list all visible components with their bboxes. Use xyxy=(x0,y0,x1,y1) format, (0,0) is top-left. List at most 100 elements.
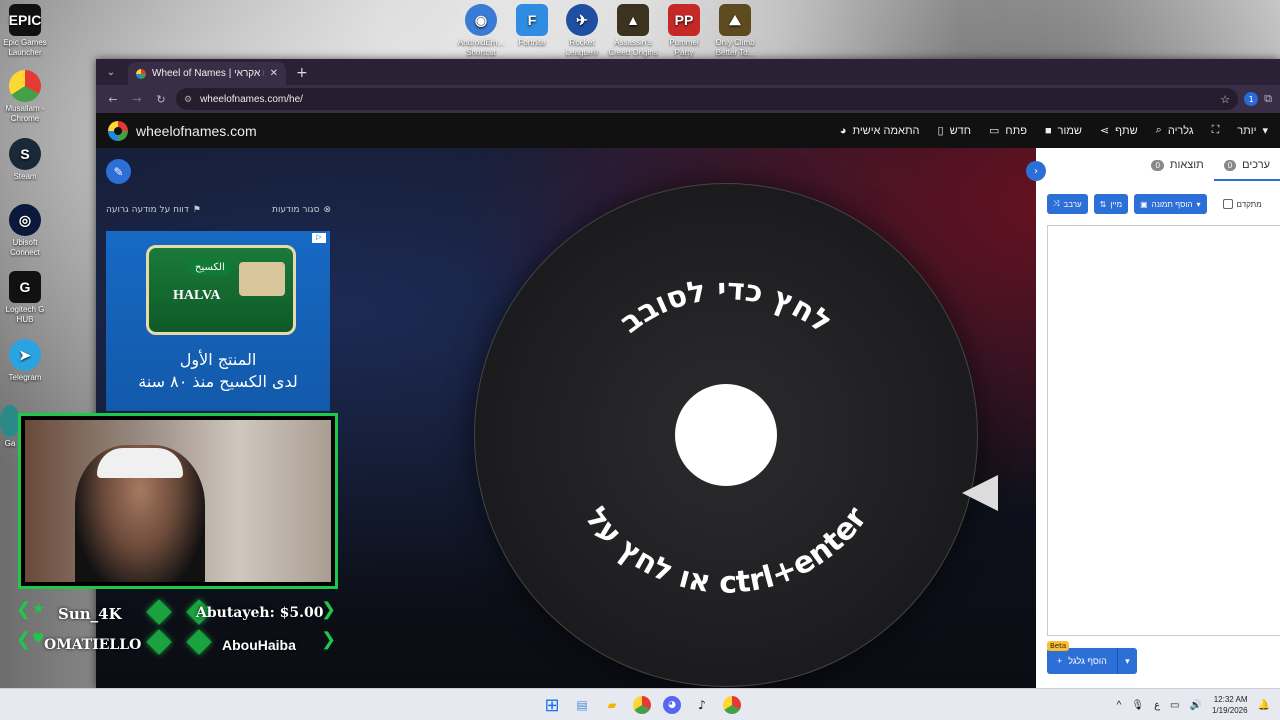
halva-product-image: الكسيح HALVA xyxy=(146,245,296,335)
entries-count-badge: 0 xyxy=(1223,159,1237,171)
only-climb-icon: ⛰ xyxy=(719,4,751,36)
notification-bell-icon[interactable]: 🔔 xyxy=(1258,700,1270,711)
wheel-favicon-icon xyxy=(136,68,146,79)
url-text: wheelofnames.com/he/ xyxy=(200,93,303,105)
logitech-desktop-icon[interactable]: G Logitech G HUB xyxy=(0,271,50,325)
chrome-icon[interactable] xyxy=(633,696,651,714)
discord-icon[interactable]: ◕ xyxy=(663,696,681,714)
add-wheel-button[interactable]: + הוסף גלגל xyxy=(1047,648,1117,674)
sort-button[interactable]: ⇅ מיין xyxy=(1093,194,1129,214)
android-emulator-desktop-icon[interactable]: ◉ AndroidEm... Shortcut xyxy=(456,4,506,58)
advertisement[interactable]: ▷ الكسيح HALVA المنتج الأول لدى الكسيح م… xyxy=(106,231,330,411)
browser-tab-active[interactable]: Wheel of Names | גלגל שם אקראי ✕ xyxy=(128,62,286,85)
arrow-left-icon: ❮ xyxy=(16,599,32,620)
results-count-badge: 0 xyxy=(1151,159,1164,171)
top-follower-label: OMATIELLO xyxy=(44,637,142,653)
sort-icon: ⇅ xyxy=(1099,199,1107,209)
add-wheel-dropdown[interactable]: ▾ xyxy=(1116,648,1137,674)
fortnite-icon: F xyxy=(516,4,548,36)
pummel-party-icon: PP xyxy=(668,4,700,36)
tiktok-icon[interactable]: ♪ xyxy=(690,693,714,717)
chevron-down-icon: ▾ xyxy=(1262,125,1268,137)
menu-save[interactable]: ■ שמור xyxy=(1045,125,1082,137)
rocket-league-icon: ✈ xyxy=(566,4,598,36)
browser-toolbar: ← → ↻ ⚙ wheelofnames.com/he/ ☆ 1 ⧉ xyxy=(96,85,1280,113)
address-bar[interactable]: ⚙ wheelofnames.com/he/ ☆ xyxy=(176,88,1239,110)
arrow-right-icon: ❯ xyxy=(321,629,337,650)
chrome-profile-icon[interactable] xyxy=(723,696,741,714)
assassins-creed-desktop-icon[interactable]: ▲ Assassin's Creed Origins xyxy=(608,4,658,58)
taskbar: ⊞ ▤ ▰ ◕ ♪ ^ 🎙 ع ▭ 🔊 12:32 AM 1/19/2026 🔔 xyxy=(0,688,1280,720)
menu-customize[interactable]: ◕ התאמה אישית xyxy=(840,125,920,137)
add-image-button[interactable]: ▣ הוסף תמונה ▾ xyxy=(1134,194,1207,214)
show-hidden-icons-icon[interactable]: ^ xyxy=(1117,700,1122,711)
reload-button[interactable]: ↻ xyxy=(152,93,170,106)
last-donation-label: Abutayeh: $5.00 xyxy=(196,605,324,621)
wheelofnames-logo-icon[interactable] xyxy=(108,120,128,141)
arrow-left-icon: ❮ xyxy=(16,629,32,650)
shuffle-icon: ⤨ xyxy=(1053,199,1060,208)
tab-results[interactable]: תוצאות 0 xyxy=(1141,159,1213,181)
clock[interactable]: 12:32 AM 1/19/2026 xyxy=(1212,694,1248,716)
partial-desktop-icon[interactable]: Ga xyxy=(0,405,20,449)
entries-textarea[interactable] xyxy=(1047,225,1280,636)
rocket-league-desktop-icon[interactable]: ✈ Rocket League® xyxy=(557,4,607,58)
tab-strip: ⌄ Wheel of Names | גלגל שם אקראי ✕ + xyxy=(96,59,1280,85)
plus-icon: + xyxy=(1057,656,1063,666)
only-climb-desktop-icon[interactable]: ⛰ Only Climb Better To... xyxy=(710,4,760,58)
menu-fullscreen[interactable]: ⛶ xyxy=(1212,124,1220,137)
fortnite-desktop-icon[interactable]: F Fortnite xyxy=(507,4,557,48)
menu-gallery[interactable]: ⌕ גלריה xyxy=(1156,124,1194,137)
steam-desktop-icon[interactable]: S Steam xyxy=(0,138,50,182)
ad-controls: ⊗ סגור מודעות ⚑ דווח על מודעה גרועה xyxy=(106,205,331,215)
tab-search-button[interactable]: ⌄ xyxy=(102,63,120,81)
menu-open[interactable]: ▭ פתח xyxy=(989,124,1027,138)
chrome-desktop-icon[interactable]: Musallam - Chrome xyxy=(0,70,50,124)
extension-icon[interactable]: 1 xyxy=(1244,92,1259,106)
menu-share[interactable]: ⋖ שתף xyxy=(1099,124,1138,138)
microphone-icon[interactable]: 🎙 xyxy=(1131,700,1144,711)
close-tab-icon[interactable]: ✕ xyxy=(270,68,278,79)
gem-icon xyxy=(146,629,172,655)
advanced-checkbox[interactable]: מתקדם xyxy=(1222,199,1262,209)
menu-new[interactable]: ▯ חדש xyxy=(938,124,971,138)
top-supporter-label: Sun_4K xyxy=(58,605,122,623)
close-ads-link[interactable]: ⊗ סגור מודעות xyxy=(272,205,331,215)
widgets-icon[interactable]: ▤ xyxy=(570,693,594,717)
last-subscriber-label: AbouHaiba xyxy=(222,637,296,653)
collapse-panel-button[interactable]: › xyxy=(1026,161,1046,181)
windows-start-icon[interactable]: ⊞ xyxy=(540,693,564,717)
chrome-icon xyxy=(9,70,41,102)
site-brand[interactable]: wheelofnames.com xyxy=(136,123,257,139)
wheel-bottom-text: או לחץ על ctrl+enter xyxy=(578,501,874,601)
webcam-feed xyxy=(25,420,331,582)
file-explorer-icon[interactable]: ▰ xyxy=(600,693,624,717)
ubisoft-desktop-icon[interactable]: ◎ Ubisoft Connect xyxy=(0,204,50,258)
edit-pencil-button[interactable]: ✎ xyxy=(106,159,131,184)
image-icon: ▣ xyxy=(1140,199,1148,209)
network-icon[interactable]: ▭ xyxy=(1170,700,1179,711)
forward-button[interactable]: → xyxy=(128,93,146,106)
menu-more[interactable]: יותר ▾ xyxy=(1237,124,1268,138)
tab-entries[interactable]: ערכים 0 xyxy=(1213,159,1280,181)
bookmark-star-icon[interactable]: ☆ xyxy=(1220,93,1230,106)
assassins-creed-icon: ▲ xyxy=(617,4,649,36)
site-info-icon[interactable]: ⚙ xyxy=(184,94,192,105)
epic-games-desktop-icon[interactable]: EPIC Epic Games Launcher xyxy=(0,4,50,58)
webcam-overlay xyxy=(18,413,338,589)
new-tab-button[interactable]: + xyxy=(296,65,308,81)
language-indicator[interactable]: ع xyxy=(1154,700,1160,711)
extensions-puzzle-icon[interactable]: ⧉ xyxy=(1264,92,1272,106)
star-icon: ★ xyxy=(32,601,45,617)
spin-wheel[interactable]: לחץ כדי לסובב או לחץ על ctrl+enter xyxy=(474,183,978,687)
volume-icon[interactable]: 🔊 xyxy=(1190,700,1202,711)
share-icon: ⋖ xyxy=(1099,125,1110,137)
ad-choices-icon[interactable]: ▷ xyxy=(312,233,326,243)
shuffle-button[interactable]: ⤨ ערבב xyxy=(1047,194,1088,214)
wheel-center-hub[interactable] xyxy=(675,384,777,486)
telegram-desktop-icon[interactable]: ➤ Telegram xyxy=(0,339,50,383)
pummel-party-desktop-icon[interactable]: PP Pummel Party xyxy=(659,4,709,58)
system-tray: ^ 🎙 ع ▭ 🔊 12:32 AM 1/19/2026 🔔 xyxy=(1117,689,1270,720)
report-ad-link[interactable]: ⚑ דווח על מודעה גרועה xyxy=(106,205,201,215)
back-button[interactable]: ← xyxy=(104,93,122,106)
